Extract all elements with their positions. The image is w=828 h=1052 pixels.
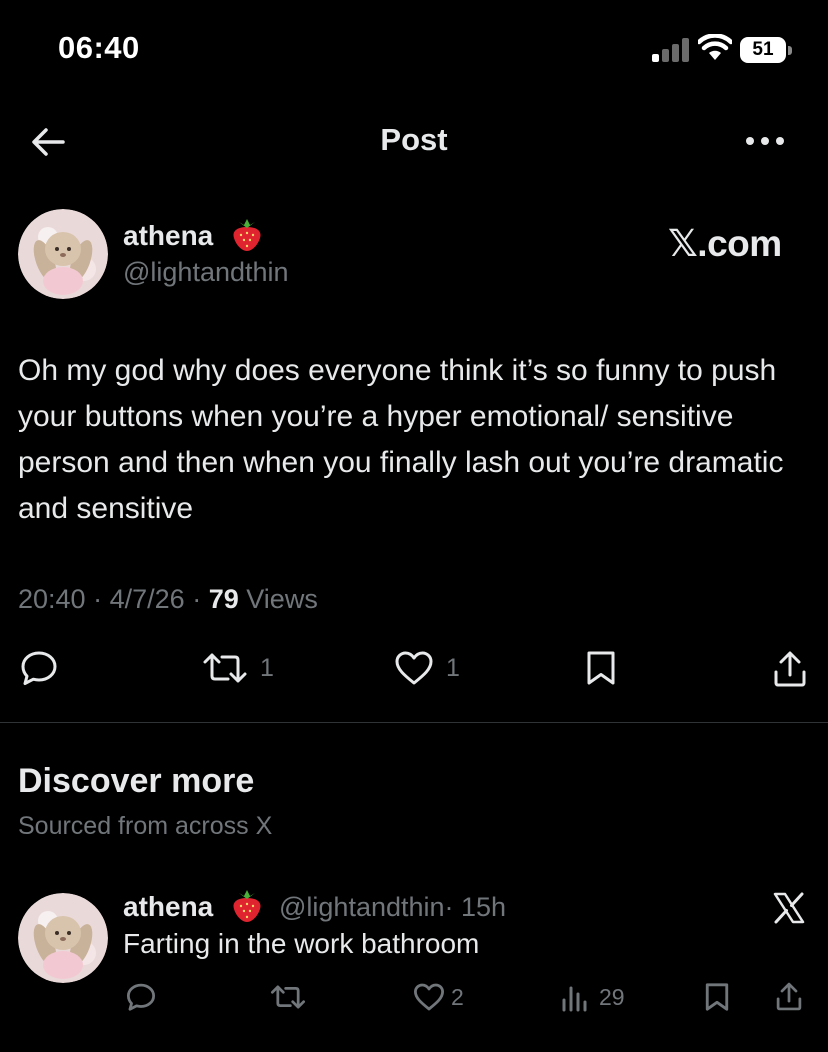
retweet-button[interactable]: 1: [202, 650, 274, 686]
nav-bar: Post: [0, 100, 828, 184]
wifi-icon: [698, 34, 732, 60]
x-logo-icon[interactable]: [772, 891, 806, 925]
x-com-watermark: 𝕏.com: [668, 223, 782, 264]
retweet-icon: [203, 653, 247, 683]
related-author-handle[interactable]: @lightandthin· 15h: [279, 892, 506, 923]
analytics-bars-icon: [562, 986, 587, 1012]
related-views-button[interactable]: 29: [561, 982, 625, 1012]
strawberry-emoji-icon: [233, 219, 261, 251]
related-like-button[interactable]: 2: [413, 982, 464, 1012]
related-bookmark-button[interactable]: [704, 982, 730, 1012]
battery-icon: 51: [740, 37, 792, 63]
retweet-count: 1: [260, 653, 274, 682]
heart-icon: [414, 983, 444, 1011]
meta-separator: ·: [192, 584, 202, 614]
page-title: Post: [380, 122, 448, 157]
post-meta: 20:40 · 4/7/26 · 79 Views: [18, 584, 318, 615]
post-time: 20:40: [18, 584, 86, 614]
related-retweet-button[interactable]: [270, 982, 306, 1012]
related-share-button[interactable]: [775, 981, 803, 1012]
status-time: 06:40: [58, 30, 140, 65]
more-horizontal-icon[interactable]: [744, 134, 786, 148]
strawberry-emoji-icon: [233, 890, 261, 922]
cellular-signal-icon: [652, 38, 689, 62]
avatar[interactable]: [18, 209, 108, 299]
battery-level: 51: [752, 39, 774, 60]
share-icon: [774, 651, 806, 687]
related-like-count: 2: [451, 983, 464, 1010]
related-views-count: 29: [599, 983, 625, 1010]
discover-title: Discover more: [18, 762, 255, 800]
status-bar: 06:40 51: [0, 0, 828, 100]
post-date: 4/7/26: [109, 584, 185, 614]
share-button[interactable]: [772, 650, 808, 688]
bookmark-icon: [705, 983, 729, 1011]
related-reply-button[interactable]: [126, 982, 156, 1012]
reply-button[interactable]: [20, 650, 58, 686]
views-label[interactable]: Views: [246, 584, 318, 614]
reply-icon: [21, 651, 57, 685]
meta-separator: ·: [93, 584, 103, 614]
related-post-time: · 15h: [444, 892, 507, 922]
views-count: 79: [208, 584, 239, 614]
related-author-name[interactable]: athena: [123, 891, 213, 923]
related-post-text: Farting in the work bathroom: [123, 928, 480, 959]
bookmark-button[interactable]: [585, 650, 617, 686]
share-icon: [776, 982, 802, 1011]
author-handle[interactable]: @lightandthin: [123, 257, 289, 288]
discover-subtitle: Sourced from across X: [18, 812, 273, 840]
section-divider: [0, 722, 828, 723]
author-name[interactable]: athena: [123, 220, 213, 252]
reply-icon: [126, 983, 156, 1011]
like-button[interactable]: 1: [394, 650, 460, 686]
like-count: 1: [446, 653, 460, 682]
retweet-icon: [270, 985, 306, 1009]
post-text: Oh my god why does everyone think it’s s…: [18, 354, 784, 525]
bookmark-icon: [587, 651, 615, 685]
related-avatar[interactable]: [18, 893, 108, 983]
heart-icon: [395, 651, 433, 685]
